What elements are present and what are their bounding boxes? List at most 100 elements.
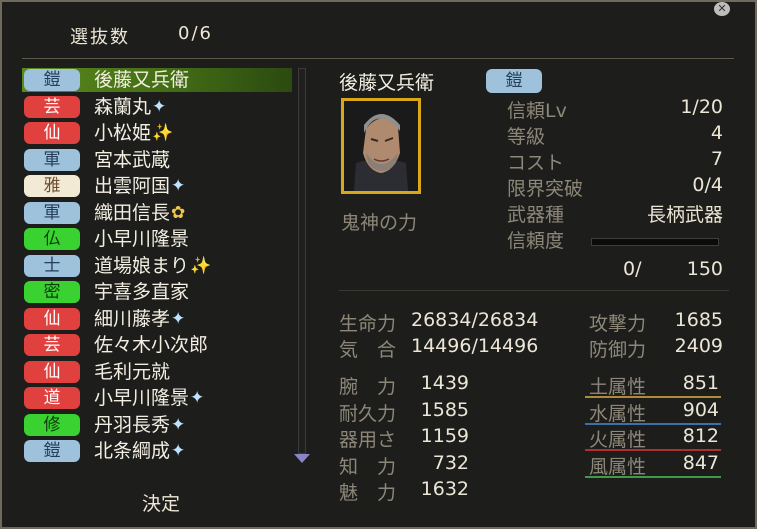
trust-current: 0/ [623,258,642,280]
character-name: 細川藤孝 [94,307,171,330]
class-badge: 仙 [24,307,80,330]
attack-value: 1685 [674,309,723,331]
header-bar: 選抜数 0/6 ✕ [12,2,732,56]
selected-label: 選抜数 [70,27,130,48]
detail-panel: 後藤又兵衛 鎧 鬼神の力 信頼Lv 1/20 等級 4 コスト 7 限界突破 0/4 武器種 長柄… [339,68,729,508]
ki-value: 14496/14496 [411,335,539,357]
detail-class-badge: 鎧 [486,69,542,93]
character-name: 織田信長 [94,201,171,224]
hp-label: 生命力 [339,313,397,335]
class-badge: 密 [24,281,80,303]
hp-value: 26834/26834 [411,309,539,331]
class-badge: 士 [24,254,80,277]
header-divider [22,58,734,59]
star-icon: ✦ [190,388,205,408]
character-name: 後藤又兵衛 [94,69,190,91]
class-badge: 鎧 [24,440,80,462]
character-name: 小早川隆景 [94,387,190,409]
sparkle-icon: ✨ [152,123,174,143]
attribute-label: 知 力 [339,455,397,478]
trust-progress-bar [591,238,719,246]
character-name: 小早川隆景 [94,228,190,250]
element-underline [585,475,721,478]
detail-name: 後藤又兵衛 [339,72,435,94]
defense-label: 防御力 [589,339,647,361]
stat-value: 4 [710,122,723,144]
selected-count: 0/6 [178,23,213,44]
attribute-value: 1632 [420,478,469,500]
star-icon: ✦ [152,96,167,117]
list-item[interactable]: 鎧北条綱成 ✦ [22,439,292,463]
stat-label: 武器種 [507,204,565,226]
stat-value: 1/20 [680,96,723,118]
class-badge: 軍 [24,148,80,171]
class-badge: 仙 [24,122,80,144]
list-item[interactable]: 仏小早川隆景 [22,227,292,251]
stat-label: 等級 [507,126,546,148]
scroll-track[interactable] [298,68,306,454]
list-item[interactable]: 雅出雲阿国 ✦ [22,174,292,198]
attribute-label: 魅 力 [339,482,397,504]
trust-max: 150 [686,258,723,280]
element-value: 904 [682,398,719,421]
list-item[interactable]: 軍織田信長 ✿ [22,201,292,225]
stat-label: コスト [507,152,565,174]
character-name: 森蘭丸 [94,95,152,118]
character-name: 出雲阿国 [94,175,171,197]
defense-value: 2409 [674,335,723,357]
list-item[interactable]: 仙毛利元就 [22,360,292,384]
list-item[interactable]: 仙細川藤孝 ✦ [22,307,292,331]
list-item[interactable]: 修丹羽長秀 ✦ [22,413,292,437]
class-badge: 芸 [24,334,80,356]
character-name: 宮本武蔵 [94,148,171,171]
class-badge: 道 [24,387,80,409]
skill-name: 鬼神の力 [341,212,418,234]
character-name: 道場娘まり [94,254,190,277]
star-icon: ✦ [171,441,186,461]
element-label: 火属性 [589,429,647,451]
list-item[interactable]: 密宇喜多直家 [22,280,292,304]
attribute-value: 1585 [420,398,469,421]
star-icon: ✦ [171,308,186,329]
character-name: 宇喜多直家 [94,281,190,303]
character-name: 佐々木小次郎 [94,334,209,356]
stat-label: 限界突破 [507,178,584,200]
detail-divider [339,290,729,291]
class-badge: 仏 [24,228,80,250]
close-icon[interactable]: ✕ [714,2,730,16]
decide-button[interactable]: 決定 [142,489,180,516]
attribute-value: 1159 [420,425,469,447]
sparkle-icon: ✨ [190,255,212,276]
list-item[interactable]: 鎧後藤又兵衛 [22,68,292,92]
flower-icon: ✿ [171,202,186,223]
class-badge: 修 [24,413,80,436]
character-name: 北条綱成 [94,440,171,462]
character-portrait [341,98,421,194]
stat-value: 0/4 [692,174,723,196]
list-item[interactable]: 軍宮本武蔵 [22,148,292,172]
character-name: 丹羽長秀 [94,413,171,436]
element-value: 847 [682,451,719,474]
list-item[interactable]: 道小早川隆景 ✦ [22,386,292,410]
stat-value: 7 [710,148,723,170]
attribute-label: 耐久力 [339,402,397,425]
stat-value: 長柄武器 [646,204,723,226]
list-item[interactable]: 芸佐々木小次郎 [22,333,292,357]
star-icon: ✦ [171,176,186,196]
list-scrollbar[interactable] [294,68,310,468]
class-badge: 芸 [24,95,80,118]
attack-label: 攻撃力 [589,313,647,335]
ki-label: 気 合 [339,339,397,361]
character-name: 毛利元就 [94,360,171,383]
scroll-down-arrow-icon[interactable] [294,454,310,463]
list-item[interactable]: 芸森蘭丸 ✦ [22,95,292,119]
list-item[interactable]: 仙小松姫 ✨ [22,121,292,145]
attribute-value: 732 [432,451,469,474]
window-frame: 選抜数 0/6 ✕ 鎧後藤又兵衛芸森蘭丸 ✦ 仙小松姫 ✨ 軍宮本武蔵雅出雲阿国 ✦ 軍織田… [0,0,757,529]
element-value: 851 [682,372,719,394]
character-list: 鎧後藤又兵衛芸森蘭丸 ✦ 仙小松姫 ✨ 軍宮本武蔵雅出雲阿国 ✦ 軍織田信長 ✿ 仏小早川隆景士… [22,68,314,468]
stat-label: 信頼度 [507,230,565,252]
element-label: 土属性 [589,376,647,398]
list-item[interactable]: 士道場娘まり ✨ [22,254,292,278]
class-badge: 軍 [24,201,80,224]
